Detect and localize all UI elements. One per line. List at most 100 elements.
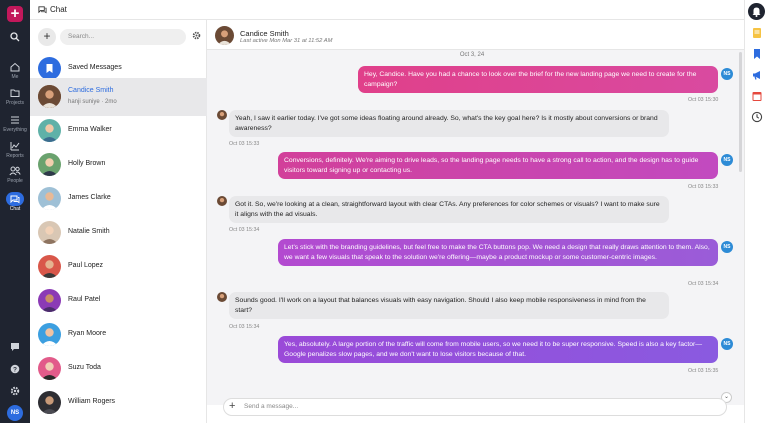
chat-item-paul-lopez[interactable]: Paul Lopez xyxy=(30,248,207,286)
message-bubble-incoming[interactable]: Sounds good. I'll work on a layout that … xyxy=(229,292,669,319)
message-timestamp: Oct 03 15:34 xyxy=(229,324,260,330)
list-icon xyxy=(11,116,19,124)
bookmark-icon[interactable] xyxy=(751,48,763,60)
avatar xyxy=(38,221,61,244)
attach-button[interactable]: + xyxy=(229,400,235,412)
chat-item-james-clarke[interactable]: James Clarke xyxy=(30,180,207,218)
notifications-button[interactable] xyxy=(748,3,765,20)
nav-item-everything[interactable]: Everything xyxy=(0,115,30,133)
conversation-header: Candice Smith Last active Mon Mar 31 at … xyxy=(207,20,744,50)
conversation-title[interactable]: Candice Smith xyxy=(240,29,289,38)
feedback-icon[interactable] xyxy=(0,342,30,352)
page-title-text: Chat xyxy=(50,5,67,14)
sender-avatar: NS xyxy=(721,68,733,80)
user-avatar[interactable]: NS xyxy=(7,405,23,421)
message-input[interactable]: Send a message... xyxy=(244,403,298,410)
chat-name: Candice Smith xyxy=(68,87,114,94)
chat-item-raul-patel[interactable]: Raul Patel xyxy=(30,282,207,320)
message-bubble-outgoing[interactable]: Let's stick with the branding guidelines… xyxy=(278,239,718,266)
avatar xyxy=(217,110,227,120)
nav-label: Reports xyxy=(6,153,24,159)
chat-name: Natalie Smith xyxy=(68,228,110,235)
scrollbar[interactable] xyxy=(739,52,742,172)
message-timestamp: Oct 03 15:30 xyxy=(688,97,719,103)
clock-icon[interactable] xyxy=(751,111,763,123)
chat-name: Emma Walker xyxy=(68,126,112,133)
settings-icon[interactable] xyxy=(0,386,30,396)
chat-item-emma-walker[interactable]: Emma Walker xyxy=(30,112,207,150)
avatar xyxy=(38,391,61,414)
nav-label: Me xyxy=(11,74,19,80)
right-rail xyxy=(744,0,768,423)
nav-label: Chat xyxy=(9,206,21,212)
message-bubble-incoming[interactable]: Yeah, I saw it earlier today. I've got s… xyxy=(229,110,669,137)
date-separator: Oct 3, 24 xyxy=(459,52,485,58)
top-bar: Chat xyxy=(30,0,744,20)
nav-item-chat[interactable]: Chat xyxy=(0,194,30,212)
avatar xyxy=(38,119,61,142)
nav-item-reports[interactable]: Reports xyxy=(0,141,30,159)
avatar xyxy=(38,85,61,108)
sender-avatar: NS xyxy=(721,338,733,350)
chat-item-holly-brown[interactable]: Holly Brown xyxy=(30,146,207,184)
chat-name: Holly Brown xyxy=(68,160,106,167)
search-input[interactable]: Search... xyxy=(60,29,186,45)
chat-item-candice-smith[interactable]: Candice Smith hanji suniye · 2mo xyxy=(30,78,207,116)
avatar[interactable] xyxy=(215,26,234,45)
avatar xyxy=(38,323,61,346)
chat-name: Raul Patel xyxy=(68,296,101,303)
search-icon[interactable] xyxy=(0,32,30,42)
avatar xyxy=(38,255,61,278)
chat-name: Ryan Moore xyxy=(68,330,107,337)
notes-icon[interactable] xyxy=(751,27,763,39)
people-icon xyxy=(9,166,21,176)
message-timestamp: Oct 03 15:34 xyxy=(688,281,719,287)
megaphone-icon[interactable] xyxy=(751,69,763,81)
left-nav-rail: + Me Projects Everything Reports People … xyxy=(0,0,30,423)
chat-list-panel: + Search... Saved Messages Candice Smith… xyxy=(30,20,207,423)
nav-item-people[interactable]: People xyxy=(0,166,30,184)
avatar xyxy=(217,196,227,206)
chat-icon xyxy=(10,195,20,204)
message-bubble-outgoing[interactable]: Conversions, definitely. We're aiming to… xyxy=(278,152,718,179)
calendar-icon[interactable] xyxy=(751,90,763,102)
chat-name: Suzu Toda xyxy=(68,364,101,371)
chat-preview: hanji suniye · 2mo xyxy=(68,99,117,105)
chat-item-ryan-moore[interactable]: Ryan Moore xyxy=(30,316,207,354)
sender-avatar: NS xyxy=(721,241,733,253)
bell-icon xyxy=(752,7,761,17)
conversation-panel: Candice Smith Last active Mon Mar 31 at … xyxy=(207,20,744,423)
message-timestamp: Oct 03 15:35 xyxy=(688,368,719,374)
message-bubble-incoming[interactable]: Got it. So, we're looking at a clean, st… xyxy=(229,196,669,223)
chat-name: James Clarke xyxy=(68,194,111,201)
search-row: + Search... xyxy=(36,26,201,48)
new-chat-button[interactable]: + xyxy=(38,28,56,46)
message-bubble-outgoing[interactable]: Yes, absolutely. A large portion of the … xyxy=(278,336,718,363)
svg-text:?: ? xyxy=(13,366,17,373)
bookmark-icon xyxy=(38,57,61,80)
chart-icon xyxy=(10,142,20,151)
chat-icon xyxy=(38,6,47,14)
home-icon xyxy=(10,62,20,72)
avatar xyxy=(38,357,61,380)
message-composer[interactable]: + Send a message... xyxy=(223,398,727,416)
sender-avatar: NS xyxy=(721,154,733,166)
nav-item-projects[interactable]: Projects xyxy=(0,88,30,106)
message-bubble-outgoing[interactable]: Hey, Candice. Have you had a chance to l… xyxy=(358,66,718,93)
nav-label: Everything xyxy=(3,127,27,133)
chat-item-natalie-smith[interactable]: Natalie Smith xyxy=(30,214,207,252)
help-icon[interactable]: ? xyxy=(0,364,30,374)
avatar xyxy=(38,289,61,312)
nav-item-me[interactable]: Me xyxy=(0,62,30,80)
message-timestamp: Oct 03 15:33 xyxy=(688,184,719,190)
message-timestamp: Oct 03 15:34 xyxy=(229,227,260,233)
chat-item-william-rogers[interactable]: William Rogers xyxy=(30,384,207,422)
folder-icon xyxy=(10,89,20,97)
nav-label: People xyxy=(7,178,23,184)
app-logo[interactable]: + xyxy=(7,6,23,22)
message-list[interactable]: Oct 3, 24 Hey, Candice. Have you had a c… xyxy=(207,50,744,405)
gear-icon[interactable] xyxy=(192,31,201,42)
last-active-status: Last active Mon Mar 31 at 11:52 AM xyxy=(240,38,333,44)
chat-name: Saved Messages xyxy=(68,64,122,71)
chat-item-suzu-toda[interactable]: Suzu Toda xyxy=(30,350,207,388)
